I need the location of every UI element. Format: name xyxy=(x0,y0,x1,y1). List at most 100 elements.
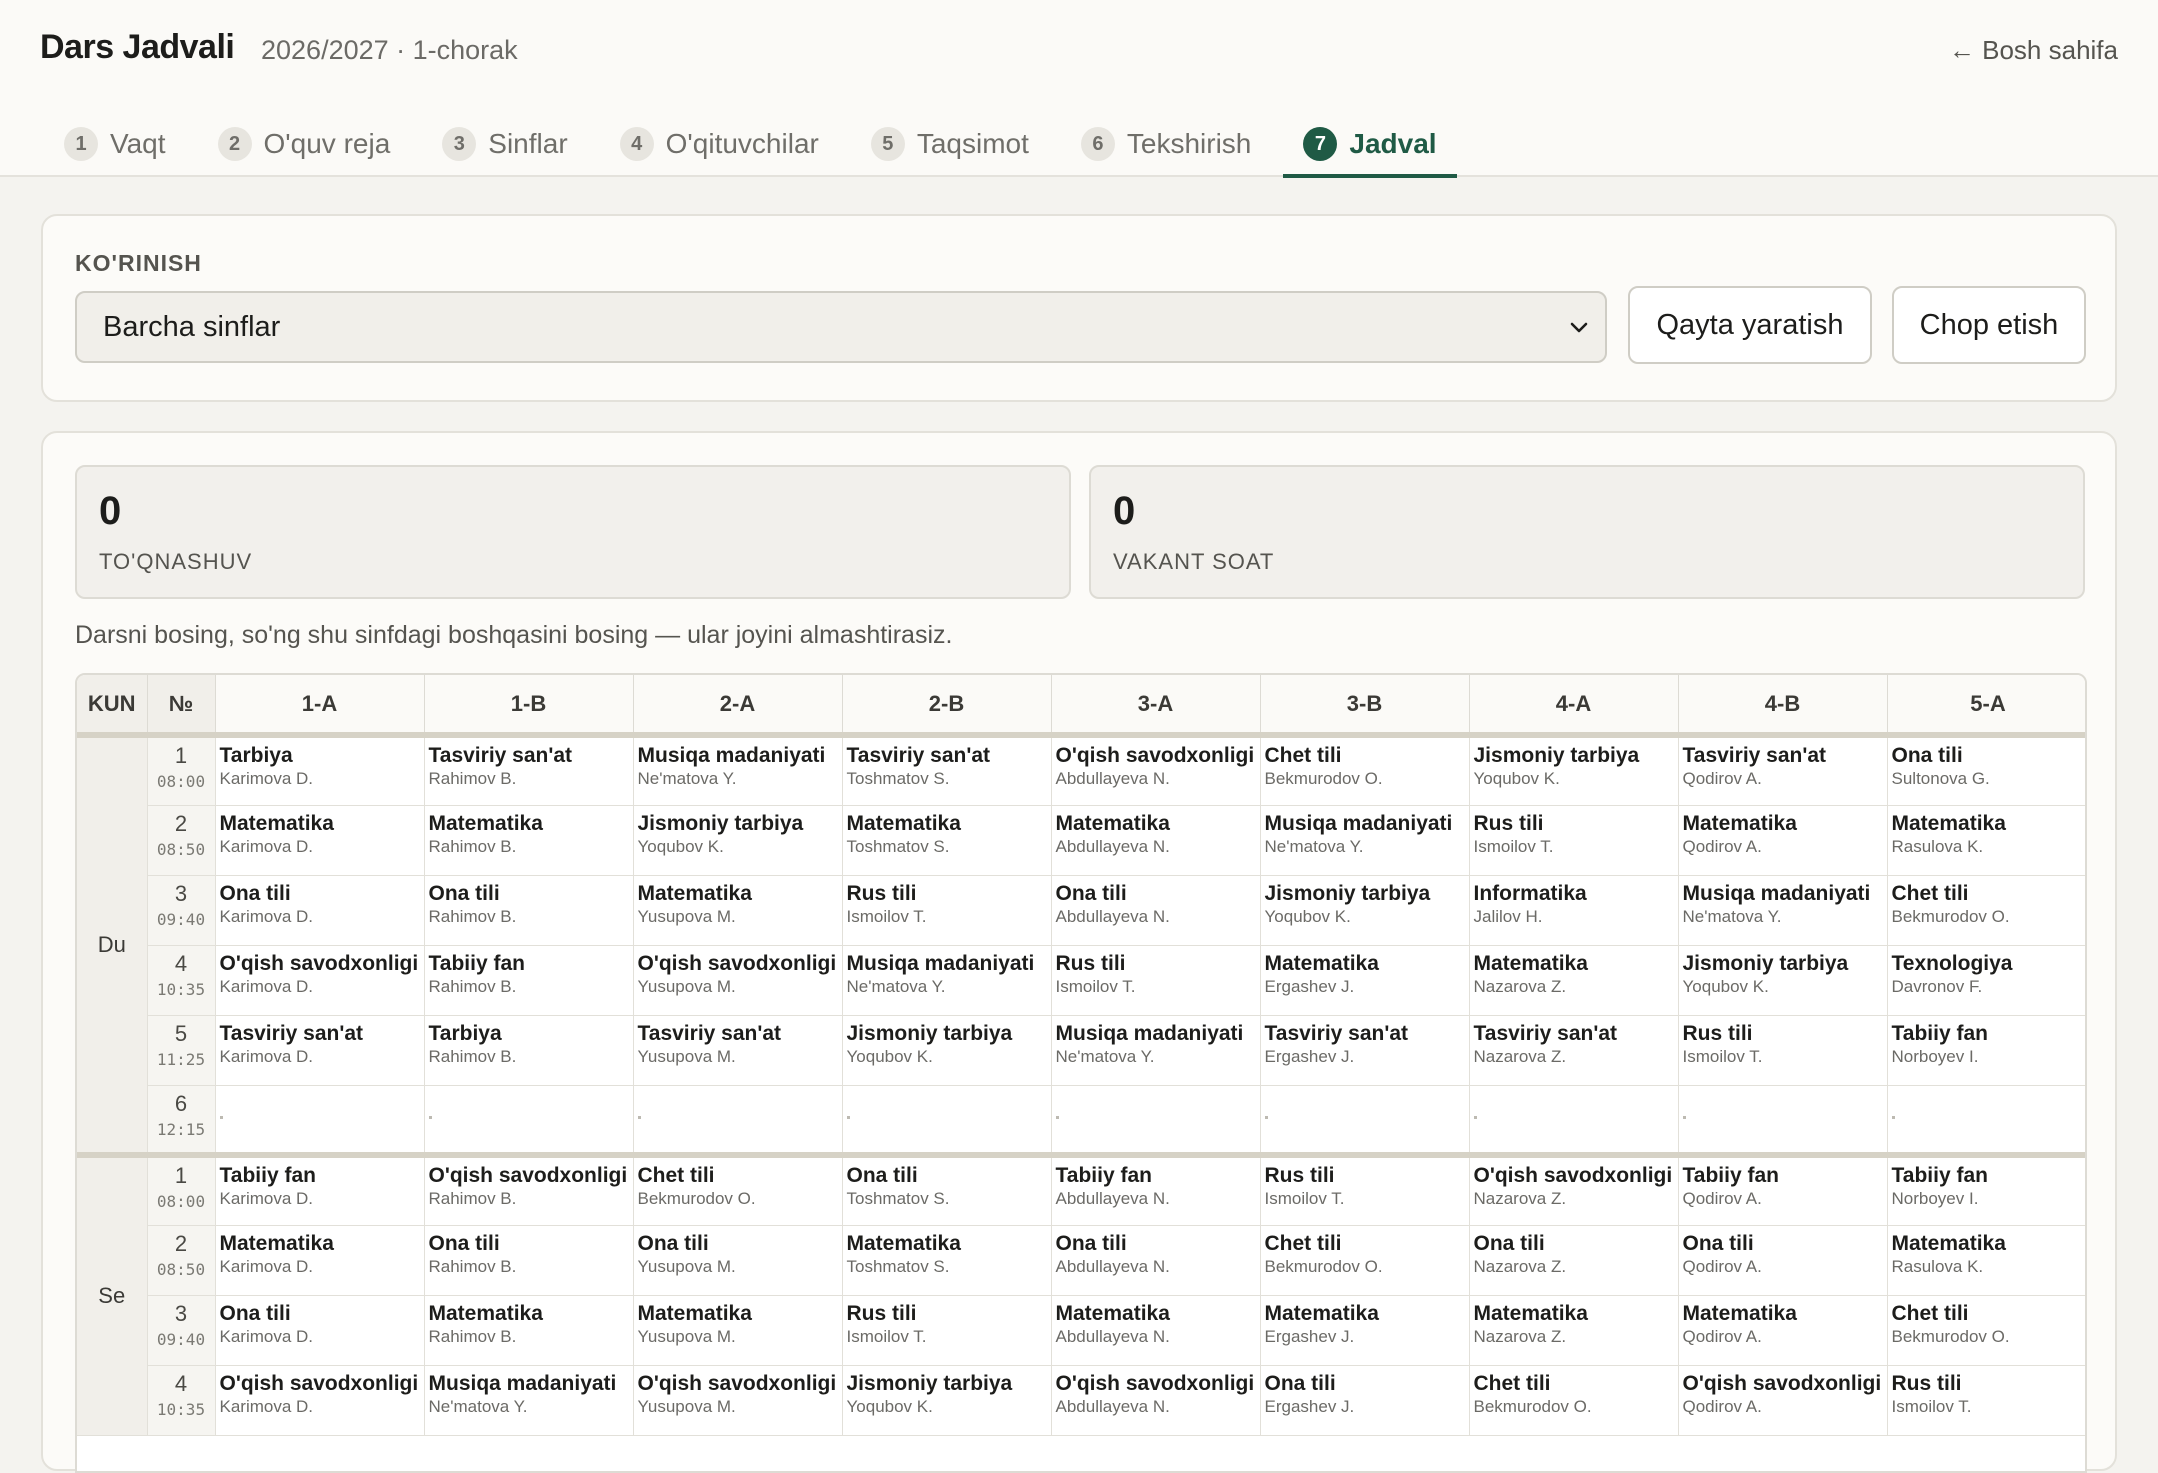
lesson-cell[interactable]: Ona tili Qodirov A. xyxy=(1678,1225,1888,1296)
lesson-cell[interactable]: Musiqa madaniyati Ne'matova Y. xyxy=(633,735,843,806)
lesson-cell[interactable]: Jismoniy tarbiya Yoqubov K. xyxy=(842,1015,1052,1086)
lesson-cell[interactable]: Ona tili Nazarova Z. xyxy=(1469,1225,1679,1296)
lesson-cell[interactable]: Jismoniy tarbiya Yoqubov K. xyxy=(1469,735,1679,806)
lesson-cell[interactable]: Matematika Abdullayeva N. xyxy=(1051,1295,1261,1366)
tab-tekshirish[interactable]: 6 Tekshirish xyxy=(1061,110,1271,178)
lesson-cell[interactable]: Matematika Karimova D. xyxy=(215,1225,425,1296)
lesson-cell[interactable]: Musiqa madaniyati Ne'matova Y. xyxy=(424,1365,634,1436)
lesson-cell[interactable]: Ona tili Toshmatov S. xyxy=(842,1152,1052,1226)
tab-jadval[interactable]: 7 Jadval xyxy=(1283,110,1457,178)
lesson-cell[interactable]: Jismoniy tarbiya Yoqubov K. xyxy=(1678,945,1888,1016)
lesson-cell[interactable]: Matematika Rasulova K. xyxy=(1887,1225,2085,1296)
lesson-cell[interactable]: Ona tili Ergashev J. xyxy=(1260,1365,1470,1436)
lesson-cell[interactable]: Chet tili Bekmurodov O. xyxy=(1887,1295,2085,1366)
lesson-cell[interactable]: Tasviriy san'at Nazarova Z. xyxy=(1469,1015,1679,1086)
lesson-cell[interactable]: Tasviriy san'at Toshmatov S. xyxy=(842,735,1052,806)
lesson-cell[interactable]: Informatika Jalilov H. xyxy=(1469,875,1679,946)
lesson-cell[interactable]: Ona tili Rahimov B. xyxy=(424,875,634,946)
lesson-cell[interactable]: Ona tili Abdullayeva N. xyxy=(1051,875,1261,946)
lesson-cell[interactable]: Musiqa madaniyati Ne'matova Y. xyxy=(1051,1015,1261,1086)
lesson-cell[interactable]: O'qish savodxonligi Karimova D. xyxy=(215,1365,425,1436)
lesson-cell[interactable]: Musiqa madaniyati Ne'matova Y. xyxy=(1678,875,1888,946)
lesson-cell[interactable]: O'qish savodxonligi Yusupova M. xyxy=(633,1365,843,1436)
lesson-cell[interactable]: Tabiiy fan Norboyev I. xyxy=(1887,1152,2085,1226)
tab-vaqt[interactable]: 1 Vaqt xyxy=(44,110,186,178)
lesson-cell[interactable]: O'qish savodxonligi Nazarova Z. xyxy=(1469,1152,1679,1226)
empty-lesson-cell[interactable] xyxy=(1678,1085,1888,1156)
lesson-cell[interactable]: Chet tili Bekmurodov O. xyxy=(633,1152,843,1226)
lesson-cell[interactable]: Rus tili Ismoilov T. xyxy=(1678,1015,1888,1086)
lesson-cell[interactable]: O'qish savodxonligi Karimova D. xyxy=(215,945,425,1016)
empty-lesson-cell[interactable] xyxy=(424,1085,634,1156)
lesson-cell[interactable]: Chet tili Bekmurodov O. xyxy=(1887,875,2085,946)
lesson-cell[interactable]: Ona tili Yusupova M. xyxy=(633,1225,843,1296)
empty-lesson-cell[interactable] xyxy=(1887,1085,2085,1156)
empty-lesson-cell[interactable] xyxy=(1469,1085,1679,1156)
lesson-cell[interactable]: Tabiiy fan Qodirov A. xyxy=(1678,1152,1888,1226)
lesson-cell[interactable]: Chet tili Bekmurodov O. xyxy=(1260,735,1470,806)
lesson-cell[interactable]: Matematika Karimova D. xyxy=(215,805,425,876)
lesson-cell[interactable]: O'qish savodxonligi Yusupova M. xyxy=(633,945,843,1016)
lesson-cell[interactable]: Rus tili Ismoilov T. xyxy=(1260,1152,1470,1226)
lesson-cell[interactable]: Matematika Nazarova Z. xyxy=(1469,945,1679,1016)
lesson-cell[interactable]: Musiqa madaniyati Ne'matova Y. xyxy=(842,945,1052,1016)
tab-sinflar[interactable]: 3 Sinflar xyxy=(422,110,587,178)
lesson-cell[interactable]: Tarbiya Karimova D. xyxy=(215,735,425,806)
lesson-cell[interactable]: O'qish savodxonligi Qodirov A. xyxy=(1678,1365,1888,1436)
lesson-cell[interactable]: Rus tili Ismoilov T. xyxy=(1051,945,1261,1016)
regenerate-button[interactable]: Qayta yaratish xyxy=(1628,286,1872,364)
lesson-cell[interactable]: Tarbiya Rahimov B. xyxy=(424,1015,634,1086)
class-select[interactable]: Barcha sinflar xyxy=(75,291,1607,363)
lesson-cell[interactable]: Tasviriy san'at Yusupova M. xyxy=(633,1015,843,1086)
lesson-cell[interactable]: Matematika Ergashev J. xyxy=(1260,945,1470,1016)
lesson-cell[interactable]: Chet tili Bekmurodov O. xyxy=(1469,1365,1679,1436)
lesson-cell[interactable]: O'qish savodxonligi Rahimov B. xyxy=(424,1152,634,1226)
empty-lesson-cell[interactable] xyxy=(842,1085,1052,1156)
lesson-cell[interactable]: Tabiiy fan Abdullayeva N. xyxy=(1051,1152,1261,1226)
lesson-cell[interactable]: Rus tili Ismoilov T. xyxy=(1469,805,1679,876)
lesson-cell[interactable]: Ona tili Rahimov B. xyxy=(424,1225,634,1296)
lesson-cell[interactable]: Texnologiya Davronov F. xyxy=(1887,945,2085,1016)
empty-lesson-cell[interactable] xyxy=(1051,1085,1261,1156)
tab-oqituvchilar[interactable]: 4 O'qituvchilar xyxy=(600,110,839,178)
lesson-cell[interactable]: Rus tili Ismoilov T. xyxy=(842,875,1052,946)
lesson-cell[interactable]: Matematika Qodirov A. xyxy=(1678,805,1888,876)
lesson-cell[interactable]: Matematika Rahimov B. xyxy=(424,805,634,876)
lesson-cell[interactable]: Ona tili Abdullayeva N. xyxy=(1051,1225,1261,1296)
lesson-cell[interactable]: Matematika Nazarova Z. xyxy=(1469,1295,1679,1366)
lesson-cell[interactable]: Matematika Qodirov A. xyxy=(1678,1295,1888,1366)
lesson-cell[interactable]: Chet tili Bekmurodov O. xyxy=(1260,1225,1470,1296)
empty-lesson-cell[interactable] xyxy=(215,1085,425,1156)
lesson-cell[interactable]: Jismoniy tarbiya Yoqubov K. xyxy=(633,805,843,876)
tab-taqsimot[interactable]: 5 Taqsimot xyxy=(851,110,1049,178)
lesson-cell[interactable]: Rus tili Ismoilov T. xyxy=(1887,1365,2085,1436)
lesson-cell[interactable]: Matematika Ergashev J. xyxy=(1260,1295,1470,1366)
empty-lesson-cell[interactable] xyxy=(633,1085,843,1156)
home-link[interactable]: ← Bosh sahifa xyxy=(1949,35,2118,66)
lesson-cell[interactable]: Matematika Toshmatov S. xyxy=(842,1225,1052,1296)
lesson-cell[interactable]: Tasviriy san'at Ergashev J. xyxy=(1260,1015,1470,1086)
lesson-cell[interactable]: Tabiiy fan Rahimov B. xyxy=(424,945,634,1016)
lesson-cell[interactable]: Tasviriy san'at Karimova D. xyxy=(215,1015,425,1086)
empty-lesson-cell[interactable] xyxy=(1260,1085,1470,1156)
lesson-cell[interactable]: Musiqa madaniyati Ne'matova Y. xyxy=(1260,805,1470,876)
tab-oquv-reja[interactable]: 2 O'quv reja xyxy=(198,110,411,178)
lesson-cell[interactable]: O'qish savodxonligi Abdullayeva N. xyxy=(1051,735,1261,806)
lesson-cell[interactable]: Ona tili Karimova D. xyxy=(215,1295,425,1366)
lesson-cell[interactable]: Matematika Yusupova M. xyxy=(633,1295,843,1366)
lesson-cell[interactable]: Jismoniy tarbiya Yoqubov K. xyxy=(1260,875,1470,946)
lesson-cell[interactable]: Matematika Abdullayeva N. xyxy=(1051,805,1261,876)
lesson-cell[interactable]: Rus tili Ismoilov T. xyxy=(842,1295,1052,1366)
lesson-cell[interactable]: Tasviriy san'at Rahimov B. xyxy=(424,735,634,806)
lesson-cell[interactable]: Ona tili Sultonova G. xyxy=(1887,735,2085,806)
lesson-cell[interactable]: Matematika Rahimov B. xyxy=(424,1295,634,1366)
lesson-cell[interactable]: Ona tili Karimova D. xyxy=(215,875,425,946)
lesson-cell[interactable]: Matematika Rasulova K. xyxy=(1887,805,2085,876)
print-button[interactable]: Chop etish xyxy=(1892,286,2086,364)
lesson-cell[interactable]: Matematika Yusupova M. xyxy=(633,875,843,946)
lesson-cell[interactable]: Tabiiy fan Norboyev I. xyxy=(1887,1015,2085,1086)
lesson-cell[interactable]: Matematika Toshmatov S. xyxy=(842,805,1052,876)
lesson-cell[interactable]: Tabiiy fan Karimova D. xyxy=(215,1152,425,1226)
lesson-cell[interactable]: Jismoniy tarbiya Yoqubov K. xyxy=(842,1365,1052,1436)
lesson-cell[interactable]: O'qish savodxonligi Abdullayeva N. xyxy=(1051,1365,1261,1436)
